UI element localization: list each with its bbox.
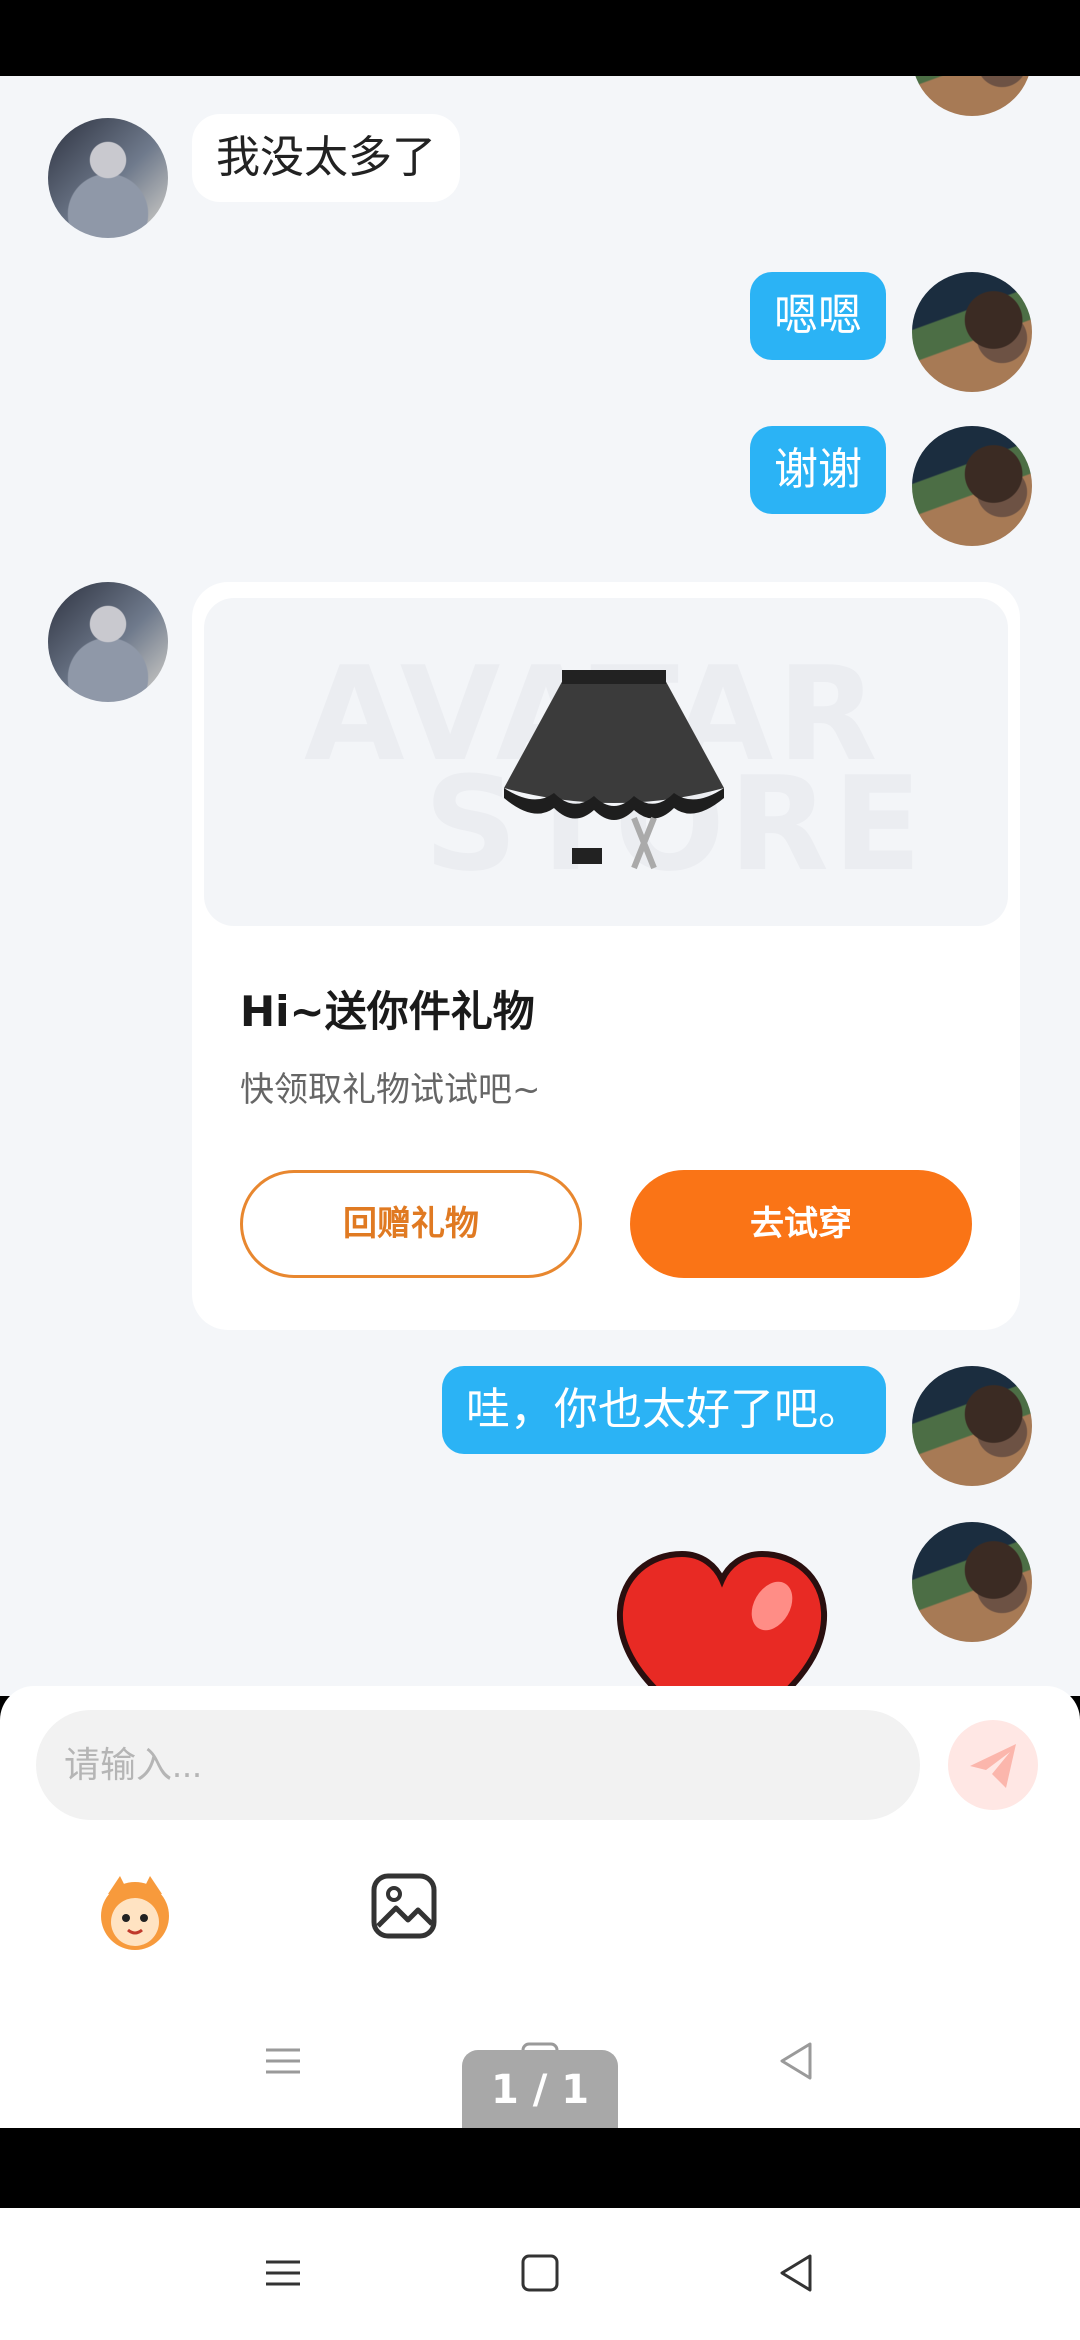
send-button[interactable] <box>948 1720 1038 1810</box>
back-icon[interactable] <box>772 2248 822 2298</box>
user-avatar[interactable] <box>912 1522 1032 1642</box>
message-bubble[interactable]: 谢谢 <box>750 426 886 514</box>
image-icon[interactable] <box>370 1872 438 1940</box>
system-nav-bar <box>0 2208 1080 2340</box>
status-bar <box>0 0 1080 76</box>
heart-sticker-icon[interactable] <box>612 1546 832 1696</box>
page-indicator: 1 / 1 <box>462 2050 618 2130</box>
message-bubble[interactable]: 我没太多了 <box>192 114 460 202</box>
try-on-button[interactable]: 去试穿 <box>630 1170 972 1278</box>
user-avatar[interactable] <box>912 426 1032 546</box>
user-avatar[interactable] <box>912 1366 1032 1486</box>
skirt-icon <box>504 670 724 870</box>
sticker-icon[interactable] <box>90 1866 180 1956</box>
menu-icon[interactable] <box>258 2036 308 2086</box>
user-avatar[interactable] <box>912 272 1032 392</box>
user-avatar[interactable] <box>912 76 1032 116</box>
back-icon[interactable] <box>772 2036 822 2086</box>
chat-area[interactable]: 我没太多了 嗯嗯 谢谢 AVATAR STORE Hi~送你件礼物 快领取礼物试… <box>0 76 1080 1696</box>
return-gift-button[interactable]: 回赠礼物 <box>240 1170 582 1278</box>
divider-band <box>0 2128 1080 2208</box>
contact-avatar[interactable] <box>48 582 168 702</box>
gift-image: AVATAR STORE <box>204 598 1008 926</box>
menu-icon[interactable] <box>258 2248 308 2298</box>
message-input[interactable] <box>36 1710 920 1820</box>
send-icon <box>970 1744 1016 1788</box>
home-icon[interactable] <box>515 2248 565 2298</box>
gift-card[interactable]: AVATAR STORE Hi~送你件礼物 快领取礼物试试吧~ 回赠礼物 去试穿 <box>192 582 1020 1330</box>
message-bubble[interactable]: 嗯嗯 <box>750 272 886 360</box>
contact-avatar[interactable] <box>48 118 168 238</box>
gift-title: Hi~送你件礼物 <box>240 987 535 1036</box>
message-bubble[interactable]: 哇，你也太好了吧。 <box>442 1366 886 1454</box>
gift-subtitle: 快领取礼物试试吧~ <box>240 1070 541 1110</box>
